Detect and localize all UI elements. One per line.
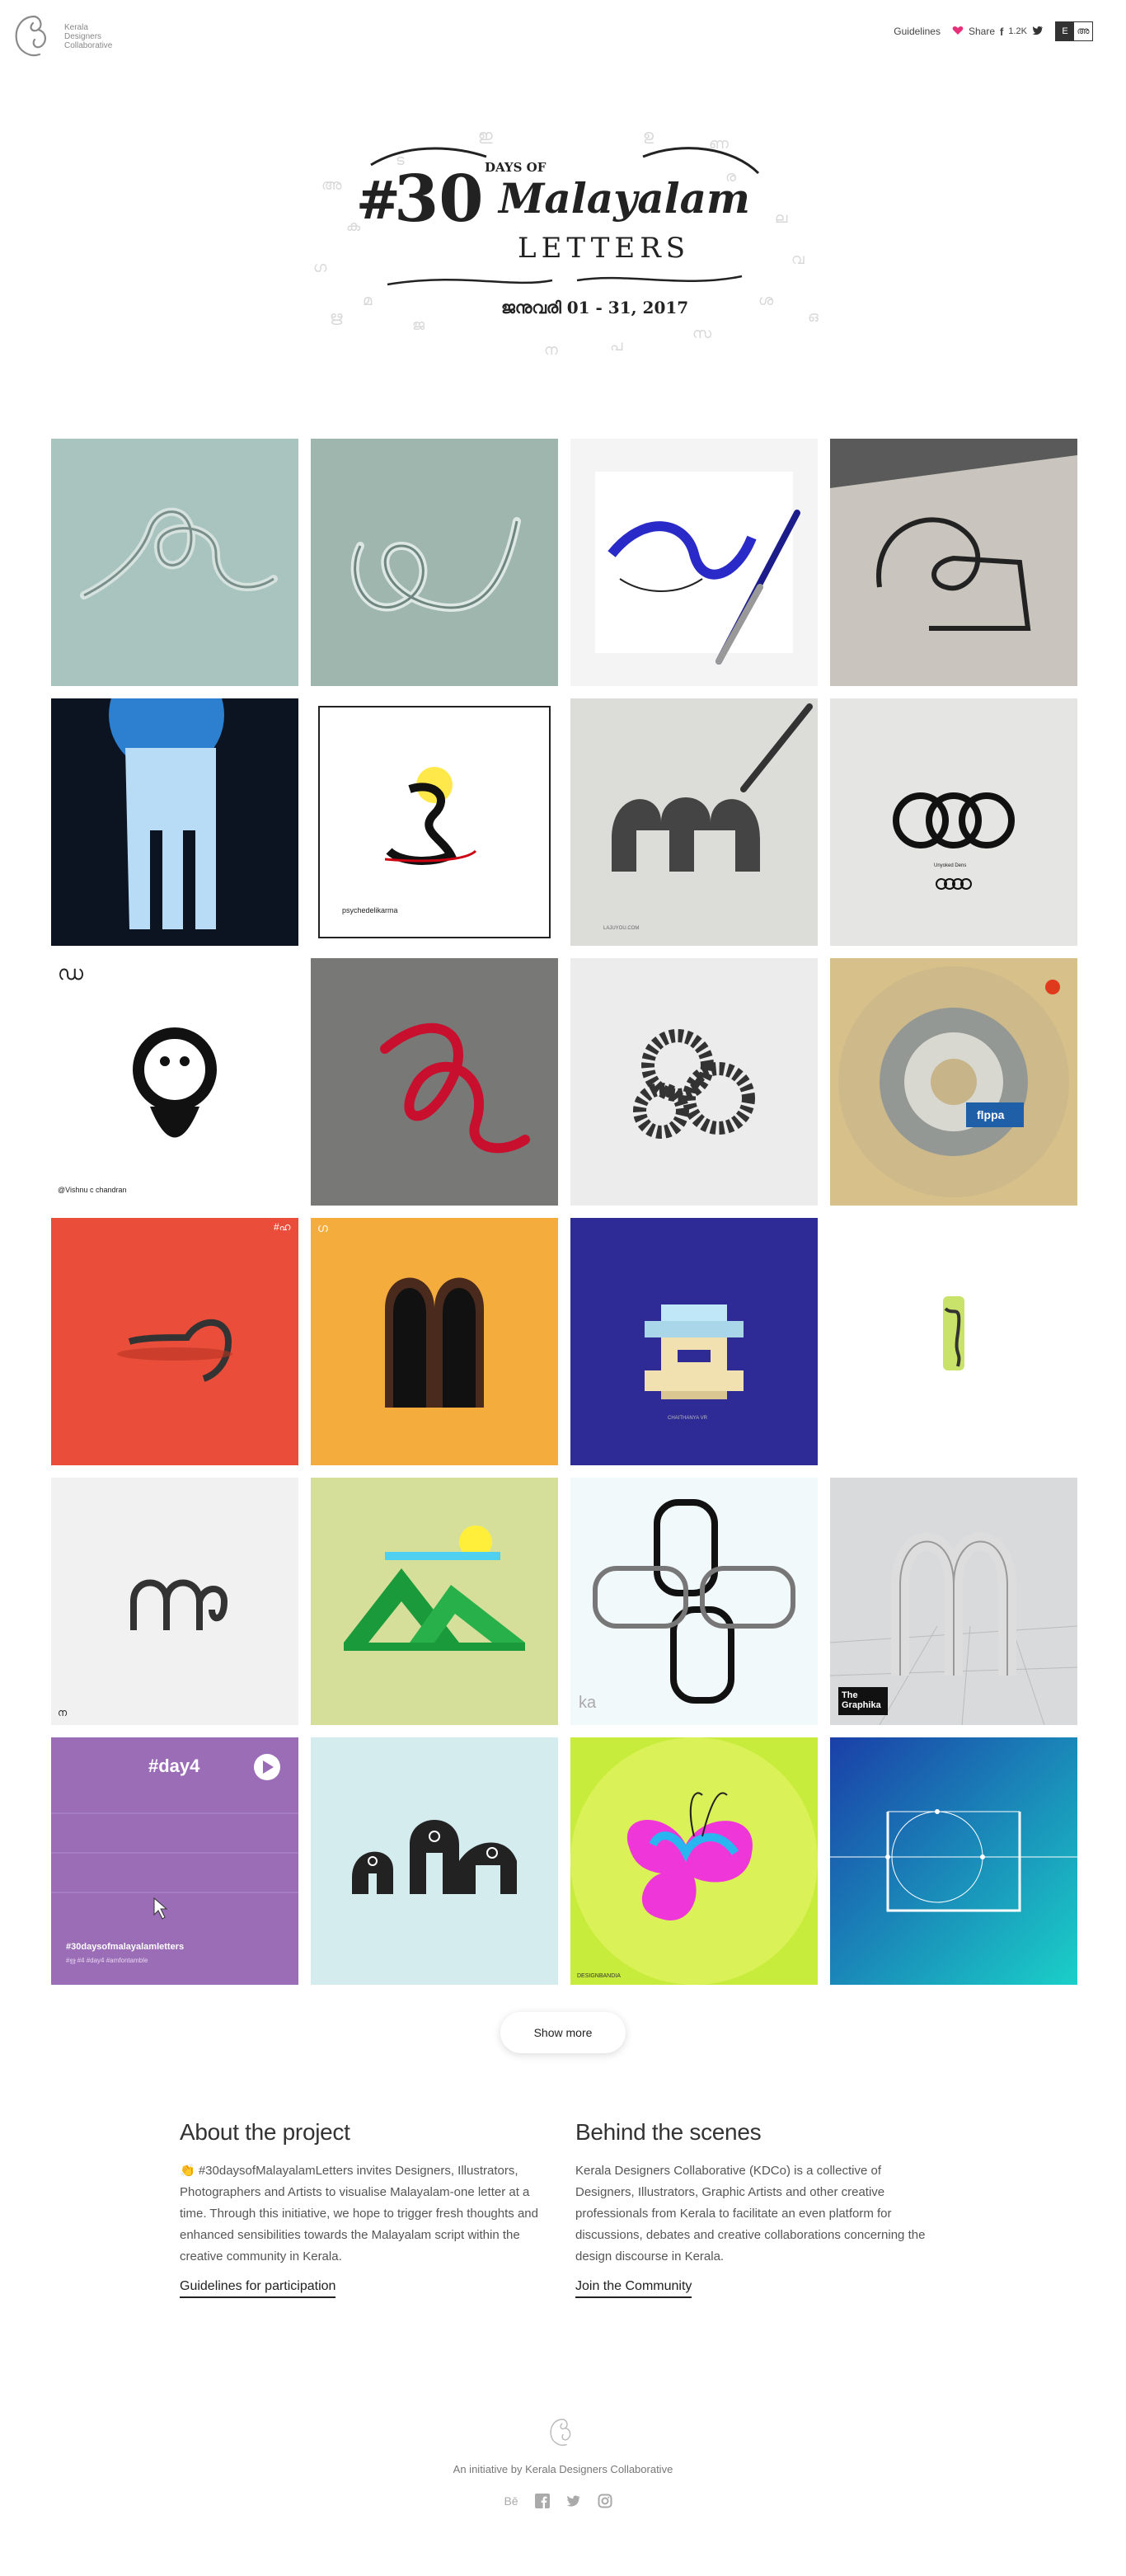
svg-text:ഇ: ഇ: [478, 127, 493, 144]
guidelines-participation-link[interactable]: Guidelines for participation: [180, 2279, 336, 2298]
share-group: Share f 1.2K: [952, 26, 1044, 38]
grid-tile[interactable]: The Graphika: [830, 1478, 1077, 1725]
grid-tile[interactable]: [830, 1737, 1077, 1985]
svg-text:പ: പ: [610, 337, 623, 355]
tile-caption: CHAITHANYA VR: [668, 1416, 707, 1421]
language-switcher: E അ: [1055, 21, 1093, 41]
about-project-section: About the project 👏 #30daysofMalayalamLe…: [180, 2119, 542, 2298]
grid-tile[interactable]: flppa: [830, 958, 1077, 1206]
tile-caption: ഗ: [317, 1221, 328, 1234]
behind-scenes-section: Behind the scenes Kerala Designers Colla…: [575, 2119, 938, 2298]
grid-tile[interactable]: [830, 439, 1077, 686]
join-community-link[interactable]: Join the Community: [575, 2279, 692, 2298]
top-nav: Guidelines Share f 1.2K E അ: [894, 21, 1093, 41]
grid-tile[interactable]: [51, 698, 298, 946]
grid-tile[interactable]: Unyoked Dens: [830, 698, 1077, 946]
grid-tile[interactable]: LAJUYOU.COM: [570, 698, 818, 946]
heart-icon[interactable]: [952, 26, 964, 38]
footer-tagline: An initiative by Kerala Designers Collab…: [453, 2463, 673, 2475]
kdco-logo-icon: [15, 15, 46, 57]
share-count: 1.2K: [1008, 26, 1027, 36]
behind-title: Behind the scenes: [575, 2119, 762, 2145]
hero-days-of: DAYS OF: [485, 160, 547, 175]
grid-tile[interactable]: ഗ: [311, 1218, 558, 1465]
grid-tile[interactable]: ന: [51, 1478, 298, 1725]
grid-tile[interactable]: [830, 1218, 1077, 1465]
grid-tile[interactable]: [311, 439, 558, 686]
footer-socials: Bē: [503, 2493, 613, 2509]
tile-caption: LAJUYOU.COM: [603, 926, 640, 931]
facebook-icon[interactable]: f: [1000, 26, 1003, 38]
about-body: 👏 #30daysofMalayalamLetters invites Desi…: [180, 2164, 538, 2263]
tile-caption: ka: [579, 1694, 597, 1712]
tile-caption: #ഹ: [274, 1221, 291, 1233]
grid-tile[interactable]: [570, 439, 818, 686]
share-label[interactable]: Share: [969, 26, 995, 37]
tile-caption: Unyoked Dens: [934, 863, 967, 868]
svg-text:ഗ: ഗ: [313, 259, 327, 276]
tile-caption: flppa: [977, 1108, 1005, 1121]
svg-text:അ: അ: [321, 176, 342, 194]
svg-text:മ: മ: [363, 292, 373, 309]
grid-tile[interactable]: ka: [570, 1478, 818, 1725]
svg-text:ഉ: ഉ: [643, 127, 654, 144]
svg-text:ഒ: ഒ: [808, 308, 819, 326]
lang-english-button[interactable]: E: [1056, 22, 1074, 40]
tile-tags: #ഋ #4 #day4 #amfontamble: [66, 1957, 148, 1964]
guidelines-link[interactable]: Guidelines: [894, 26, 941, 37]
grid-tile[interactable]: psychedelikarma: [311, 698, 558, 946]
behind-body: Kerala Designers Collaborative (KDCo) is…: [575, 2164, 926, 2263]
instagram-icon[interactable]: [597, 2493, 613, 2509]
hero-subtitle: LETTERS: [518, 232, 690, 265]
site-header: Kerala Designers Collaborative Guideline…: [0, 0, 1126, 74]
tile-caption: #30daysofmalayalamletters: [66, 1942, 185, 1952]
hero-title-art: അകഗ മജര ലവശ സടണ ഇഉഋ ഒനപ # 30 DAYS OF Mal…: [297, 115, 829, 363]
facebook-icon[interactable]: [534, 2493, 551, 2509]
show-more-button[interactable]: Show more: [500, 2012, 626, 2053]
hero-title: Malayalam: [497, 174, 750, 223]
grid-tile[interactable]: #ഹ: [51, 1218, 298, 1465]
svg-text:വ: വ: [791, 251, 805, 268]
svg-text:ശ: ശ: [758, 292, 774, 309]
grid-tile[interactable]: #day4 #30daysofmalayalamletters #ഋ #4 #d…: [51, 1737, 298, 1985]
lang-malayalam-button[interactable]: അ: [1074, 22, 1092, 40]
tile-caption: ന: [58, 1707, 68, 1718]
footer-logo-icon[interactable]: [547, 2412, 579, 2453]
grid-tile[interactable]: [51, 439, 298, 686]
tile-caption: @Vishnu c chandran: [58, 1186, 127, 1194]
tile-caption: DESIGNBANDIA: [577, 1973, 621, 1979]
grid-tile[interactable]: ഡ @Vishnu c chandran: [51, 958, 298, 1206]
kdco-logo[interactable]: Kerala Designers Collaborative: [10, 12, 117, 61]
svg-text:ജ: ജ: [412, 317, 425, 334]
twitter-icon[interactable]: [1032, 26, 1044, 38]
tile-caption: The Graphika: [842, 1690, 881, 1710]
grid-tile[interactable]: [311, 958, 558, 1206]
grid-tile[interactable]: [311, 1737, 558, 1985]
logo-text: Kerala Designers Collaborative: [64, 22, 113, 50]
hero-number: 30: [394, 162, 484, 237]
grid-tile[interactable]: DESIGNBANDIA: [570, 1737, 818, 1985]
tile-title: #day4: [148, 1756, 200, 1776]
grid-tile[interactable]: CHAITHANYA VR: [570, 1218, 818, 1465]
twitter-icon[interactable]: [565, 2493, 582, 2509]
tile-letter: ഡ: [58, 961, 83, 985]
hero-date: ജനുവരി 01 - 31, 2017: [501, 298, 688, 317]
grid-tile[interactable]: [311, 1478, 558, 1725]
grid-tile[interactable]: [570, 958, 818, 1206]
svg-text:ല: ല: [775, 209, 788, 227]
svg-text:ന: ന: [544, 341, 558, 359]
svg-text:സ: സ: [692, 325, 712, 342]
tile-caption: psychedelikarma: [342, 906, 398, 914]
svg-text:ഋ: ഋ: [330, 308, 343, 326]
about-title: About the project: [180, 2119, 350, 2145]
behance-icon[interactable]: Bē: [503, 2493, 519, 2509]
